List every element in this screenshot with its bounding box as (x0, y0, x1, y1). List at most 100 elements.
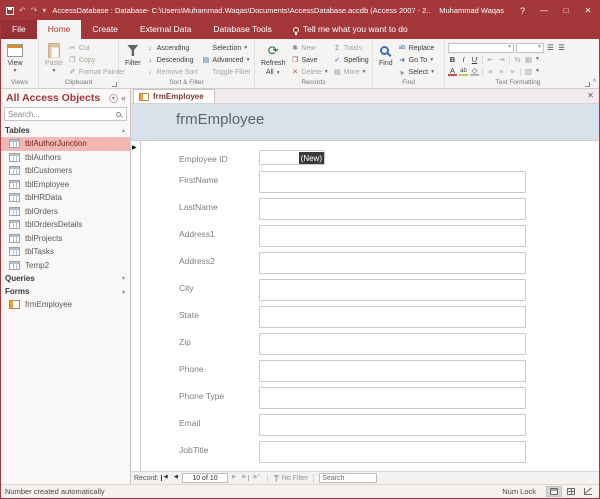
bullet-list-icon[interactable]: ☰ (546, 44, 555, 52)
nav-search-box[interactable] (4, 107, 127, 121)
select-button[interactable]: ➤ Select ▼ (396, 66, 437, 78)
chevron-down-icon[interactable]: ▾ (122, 275, 125, 282)
tab-create[interactable]: Create (81, 20, 129, 39)
tab-file[interactable]: File (1, 20, 37, 39)
highlight-color-button[interactable]: ab (459, 68, 468, 76)
bold-button[interactable]: B (448, 56, 457, 64)
help-button[interactable]: ? (512, 6, 533, 16)
tab-home[interactable]: Home (36, 20, 82, 39)
tab-database-tools[interactable]: Database Tools (202, 20, 282, 39)
delete-record-button[interactable]: ✕ Delete ▼ (289, 66, 331, 78)
employee-id-field[interactable]: (New) (259, 150, 325, 165)
spelling-button[interactable]: ✓ Spelling (331, 54, 371, 66)
align-left-icon[interactable]: ≡ (486, 68, 495, 76)
decrease-indent-icon[interactable]: ⇤ (486, 56, 495, 64)
dialog-launcher-icon[interactable] (585, 82, 590, 87)
nav-group-forms[interactable]: Forms ▴ (1, 285, 130, 298)
state-field[interactable] (259, 306, 526, 328)
descending-button[interactable]: ↓ Descending (144, 54, 200, 66)
qat-dropdown-icon[interactable]: ▾ (42, 6, 46, 15)
document-tab-frmEmployee[interactable]: frmEmployee (133, 89, 215, 103)
datasheet-view-button[interactable] (563, 486, 579, 497)
tell-me-box[interactable]: Tell me what you want to do (283, 20, 408, 39)
record-selector-bar[interactable]: ▶ (131, 141, 141, 471)
new-record-button[interactable]: ✱ New (289, 42, 331, 54)
font-size-select[interactable]: ▼ (516, 42, 544, 53)
address2-field[interactable] (259, 252, 526, 274)
cut-button[interactable]: ✂ Cut (66, 42, 127, 54)
increase-indent-icon[interactable]: ⇥ (497, 56, 506, 64)
ascending-button[interactable]: ↓ Ascending (144, 42, 200, 54)
form-view-button[interactable] (546, 486, 562, 497)
selection-button[interactable]: Selection ▼ (199, 42, 252, 54)
nav-group-queries[interactable]: Queries ▾ (1, 272, 130, 285)
minimize-button[interactable]: — (533, 1, 555, 20)
no-filter-button[interactable]: No Filter (272, 474, 308, 482)
zip-field[interactable] (259, 333, 526, 355)
collapse-ribbon-icon[interactable]: ^ (593, 79, 596, 86)
background-image-icon[interactable]: ▨ (524, 68, 533, 76)
advanced-button[interactable]: ▤ Advanced ▼ (199, 54, 252, 66)
number-list-icon[interactable]: ☰ (557, 44, 566, 52)
undo-icon[interactable]: ↶ (19, 6, 26, 15)
new-blank-record-icon[interactable]: ▶* (251, 475, 261, 481)
user-name[interactable]: Muhammad Waqas (431, 6, 512, 15)
close-button[interactable]: ✕ (577, 1, 599, 20)
record-search-input[interactable] (319, 473, 378, 483)
redo-icon[interactable]: ↷ (31, 6, 38, 15)
shutter-bar-close-icon[interactable]: « (121, 93, 126, 103)
refresh-all-button[interactable]: ⟳ Refresh All ▼ (258, 41, 289, 79)
save-record-button[interactable]: ❒ Save (289, 54, 331, 66)
text-direction-icon[interactable]: ⇆ (513, 56, 522, 64)
email-field[interactable] (259, 414, 526, 436)
fill-color-button[interactable]: ◇ (470, 67, 479, 77)
firstname-field[interactable] (259, 171, 526, 193)
find-button[interactable]: Find (376, 41, 396, 70)
address1-field[interactable] (259, 225, 526, 247)
save-icon[interactable] (6, 6, 14, 15)
nav-search-input[interactable] (5, 109, 116, 119)
nav-group-tables[interactable]: Tables ▴ (1, 124, 130, 137)
filter-button[interactable]: Filter (122, 41, 144, 70)
nav-item-tblTasks[interactable]: tblTasks (1, 245, 130, 259)
nav-item-tblAuthorJunction[interactable]: tblAuthorJunction (1, 137, 130, 151)
format-painter-button[interactable]: ✐ Format Painter (66, 66, 127, 78)
replace-button[interactable]: ab Replace (396, 42, 437, 54)
font-name-select[interactable]: ▼ (448, 42, 514, 53)
dialog-launcher-icon[interactable] (112, 82, 117, 87)
nav-menu-dropdown-icon[interactable]: ▼ (108, 93, 118, 103)
nav-item-tblAuthors[interactable]: tblAuthors (1, 151, 130, 165)
previous-record-icon[interactable]: ◀ (172, 475, 180, 481)
nav-item-frmEmployee[interactable]: frmEmployee (1, 298, 130, 312)
copy-button[interactable]: ❐ Copy (66, 54, 127, 66)
view-button[interactable]: View ▼ (4, 41, 26, 75)
close-document-icon[interactable]: ✕ (587, 91, 594, 100)
first-record-icon[interactable]: ◀ (160, 475, 170, 481)
italic-button[interactable]: I (459, 56, 468, 64)
nav-item-tblOrdersDetails[interactable]: tblOrdersDetails (1, 218, 130, 232)
underline-button[interactable]: U (470, 56, 479, 64)
nav-item-tblProjects[interactable]: tblProjects (1, 232, 130, 246)
remove-sort-button[interactable]: ↓ Remove Sort (144, 66, 200, 78)
align-right-icon[interactable]: ≡ (508, 68, 517, 76)
nav-item-tblHRData[interactable]: tblHRData (1, 191, 130, 205)
record-position[interactable]: 10 of 10 (181, 473, 228, 483)
font-color-button[interactable]: A (448, 67, 457, 77)
chevron-up-icon[interactable]: ▴ (122, 127, 125, 134)
design-view-button[interactable] (580, 486, 596, 497)
lastname-field[interactable] (259, 198, 526, 220)
jobtitle-field[interactable] (259, 441, 526, 463)
chevron-up-icon[interactable]: ▴ (122, 288, 125, 295)
nav-item-tblCustomers[interactable]: tblCustomers (1, 164, 130, 178)
city-field[interactable] (259, 279, 526, 301)
align-center-icon[interactable]: ≡ (497, 68, 506, 76)
more-button[interactable]: ▤ More ▼ (331, 66, 371, 78)
phone-type-field[interactable] (259, 387, 526, 409)
toggle-filter-button[interactable]: Toggle Filter (199, 66, 252, 78)
nav-item-tblOrders[interactable]: tblOrders (1, 205, 130, 219)
nav-item-tblEmployee[interactable]: tblEmployee (1, 178, 130, 192)
gridlines-icon[interactable]: ▦ (524, 56, 533, 64)
next-record-icon[interactable]: ▶ (230, 475, 238, 481)
paste-button[interactable]: Paste ▼ (42, 41, 66, 75)
go-to-button[interactable]: ➜ Go To ▼ (396, 54, 437, 66)
